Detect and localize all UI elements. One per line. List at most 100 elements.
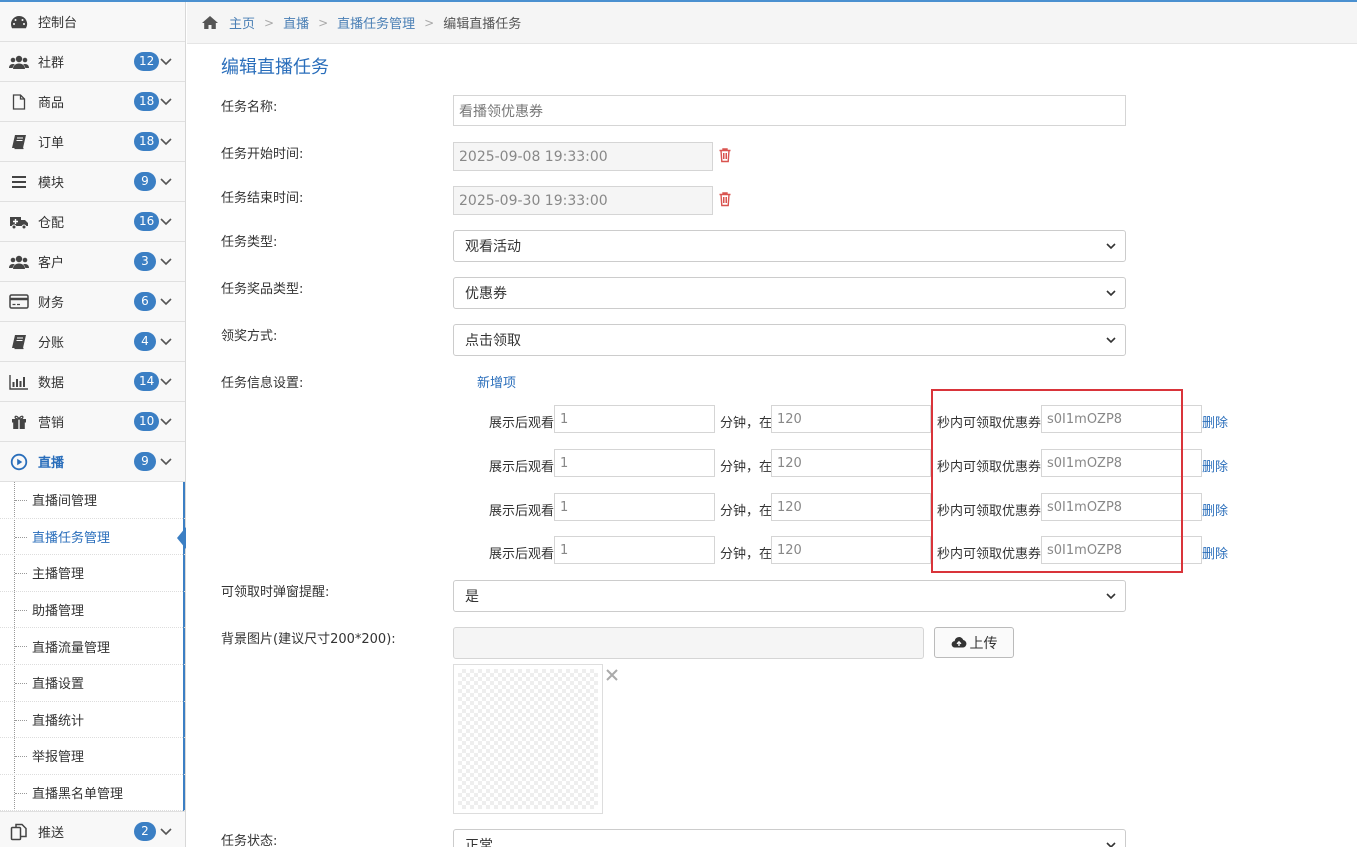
chevron-down-icon (160, 98, 172, 106)
minutes-mid-label: 分钟，在 (720, 460, 773, 475)
sidebar-item-label: 推送 (38, 826, 65, 842)
minutes-input[interactable]: 1 (554, 493, 715, 521)
breadcrumb-current: 编辑直播任务 (443, 17, 522, 32)
chevron-down-icon (1106, 593, 1116, 600)
breadcrumb-separator-icon: > (424, 15, 435, 30)
sidebar-item-warehouse[interactable]: 仓配 16 (0, 202, 185, 242)
ambulance-icon (8, 213, 30, 231)
delete-row-link[interactable]: 删除 (1202, 500, 1228, 519)
count-badge: 18 (134, 132, 160, 151)
submenu-item-live-rooms[interactable]: 直播间管理 (0, 482, 185, 519)
chevron-down-icon (160, 178, 172, 186)
seconds-input[interactable]: 120 (771, 493, 931, 521)
seconds-input[interactable]: 120 (771, 536, 931, 564)
sidebar-item-products[interactable]: 商品 18 (0, 82, 185, 122)
task-name-input[interactable]: 看播领优惠券 (453, 95, 1126, 126)
sidebar-item-data[interactable]: 数据 14 (0, 362, 185, 402)
count-badge: 12 (134, 52, 160, 71)
chevron-down-icon (160, 138, 172, 146)
seconds-input[interactable]: 120 (771, 405, 931, 433)
task-status-value: 正常 (465, 838, 493, 847)
claim-method-select[interactable]: 点击领取 (453, 324, 1126, 356)
sidebar: 控制台 社群 12 商品 18 订单 18 模块 9 仓配 16 客户 3 财务 (0, 2, 186, 847)
count-badge: 9 (134, 172, 156, 191)
upload-button[interactable]: 上传 (934, 627, 1014, 658)
watch-prefix-label: 展示后观看 (489, 416, 555, 431)
sidebar-item-label: 分账 (38, 336, 65, 351)
minutes-input[interactable]: 1 (554, 405, 715, 433)
delete-row-link[interactable]: 删除 (1202, 412, 1228, 431)
sidebar-item-finance[interactable]: 财务 6 (0, 282, 185, 322)
task-status-select[interactable]: 正常 (453, 829, 1126, 847)
popup-reminder-value: 是 (465, 589, 479, 605)
sidebar-item-label: 仓配 (38, 216, 65, 231)
popup-reminder-select[interactable]: 是 (453, 580, 1126, 612)
sidebar-item-dashboard[interactable]: 控制台 (0, 2, 185, 42)
count-badge: 6 (134, 292, 156, 311)
chevron-down-icon (1106, 290, 1116, 297)
submenu-item-blacklist[interactable]: 直播黑名单管理 (0, 775, 185, 812)
users-icon (8, 253, 30, 271)
minutes-input[interactable]: 1 (554, 449, 715, 477)
submenu-item-statistics[interactable]: 直播统计 (0, 702, 185, 739)
breadcrumb-separator-icon: > (318, 15, 329, 30)
count-badge: 4 (134, 332, 156, 351)
trash-icon[interactable] (718, 147, 732, 163)
claim-method-label: 领奖方式: (221, 329, 278, 344)
submenu-item-anchors[interactable]: 主播管理 (0, 555, 185, 592)
chevron-down-icon (160, 458, 172, 466)
sidebar-item-live[interactable]: 直播 9 (0, 442, 185, 482)
submenu-item-live-tasks[interactable]: 直播任务管理 (0, 519, 186, 556)
watch-prefix-label: 展示后观看 (489, 504, 555, 519)
task-name-label: 任务名称: (221, 100, 278, 115)
submenu-item-traffic[interactable]: 直播流量管理 (0, 628, 185, 665)
count-badge: 10 (134, 412, 160, 431)
chevron-down-icon (160, 258, 172, 266)
minutes-mid-label: 分钟，在 (720, 416, 773, 431)
sidebar-item-customers[interactable]: 客户 3 (0, 242, 185, 282)
end-time-input[interactable]: 2025-09-30 19:33:00 (453, 186, 713, 215)
seconds-input[interactable]: 120 (771, 449, 931, 477)
bar-chart-icon (8, 373, 30, 391)
add-item-link[interactable]: 新增项 (477, 372, 516, 391)
background-image-path-input[interactable] (453, 627, 924, 659)
task-type-label: 任务类型: (221, 235, 278, 250)
sidebar-item-orders[interactable]: 订单 18 (0, 122, 185, 162)
count-badge: 14 (134, 372, 160, 391)
book-icon (8, 333, 30, 351)
count-badge: 9 (134, 452, 156, 471)
prize-type-label: 任务奖品类型: (221, 282, 304, 297)
sidebar-item-split[interactable]: 分账 4 (0, 322, 185, 362)
count-badge: 18 (134, 92, 160, 111)
sidebar-item-modules[interactable]: 模块 9 (0, 162, 185, 202)
chevron-down-icon (160, 218, 172, 226)
sidebar-item-push[interactable]: 推送 2 (0, 812, 185, 847)
breadcrumb-live[interactable]: 直播 (283, 13, 309, 32)
delete-row-link[interactable]: 删除 (1202, 456, 1228, 475)
home-icon[interactable] (201, 15, 219, 30)
trash-icon[interactable] (718, 191, 732, 207)
chevron-down-icon (160, 338, 172, 346)
credit-card-icon (8, 293, 30, 311)
count-badge: 2 (134, 822, 156, 842)
minutes-mid-label: 分钟，在 (720, 504, 773, 519)
chevron-down-icon (1106, 842, 1116, 847)
chevron-down-icon (160, 418, 172, 426)
sidebar-item-marketing[interactable]: 营销 10 (0, 402, 185, 442)
chevron-down-icon (1106, 337, 1116, 344)
close-icon[interactable] (605, 668, 619, 682)
start-time-label: 任务开始时间: (221, 147, 304, 162)
submenu-item-reports[interactable]: 举报管理 (0, 738, 185, 775)
start-time-input[interactable]: 2025-09-08 19:33:00 (453, 142, 713, 171)
transparent-placeholder (458, 669, 598, 809)
breadcrumb-separator-icon: > (264, 15, 275, 30)
sidebar-item-community[interactable]: 社群 12 (0, 42, 185, 82)
submenu-item-assistants[interactable]: 助播管理 (0, 592, 185, 629)
delete-row-link[interactable]: 删除 (1202, 543, 1228, 562)
task-type-select[interactable]: 观看活动 (453, 230, 1126, 262)
breadcrumb-task-management[interactable]: 直播任务管理 (337, 13, 415, 32)
prize-type-select[interactable]: 优惠券 (453, 277, 1126, 309)
minutes-input[interactable]: 1 (554, 536, 715, 564)
breadcrumb-home[interactable]: 主页 (229, 13, 255, 32)
submenu-item-settings[interactable]: 直播设置 (0, 665, 185, 702)
